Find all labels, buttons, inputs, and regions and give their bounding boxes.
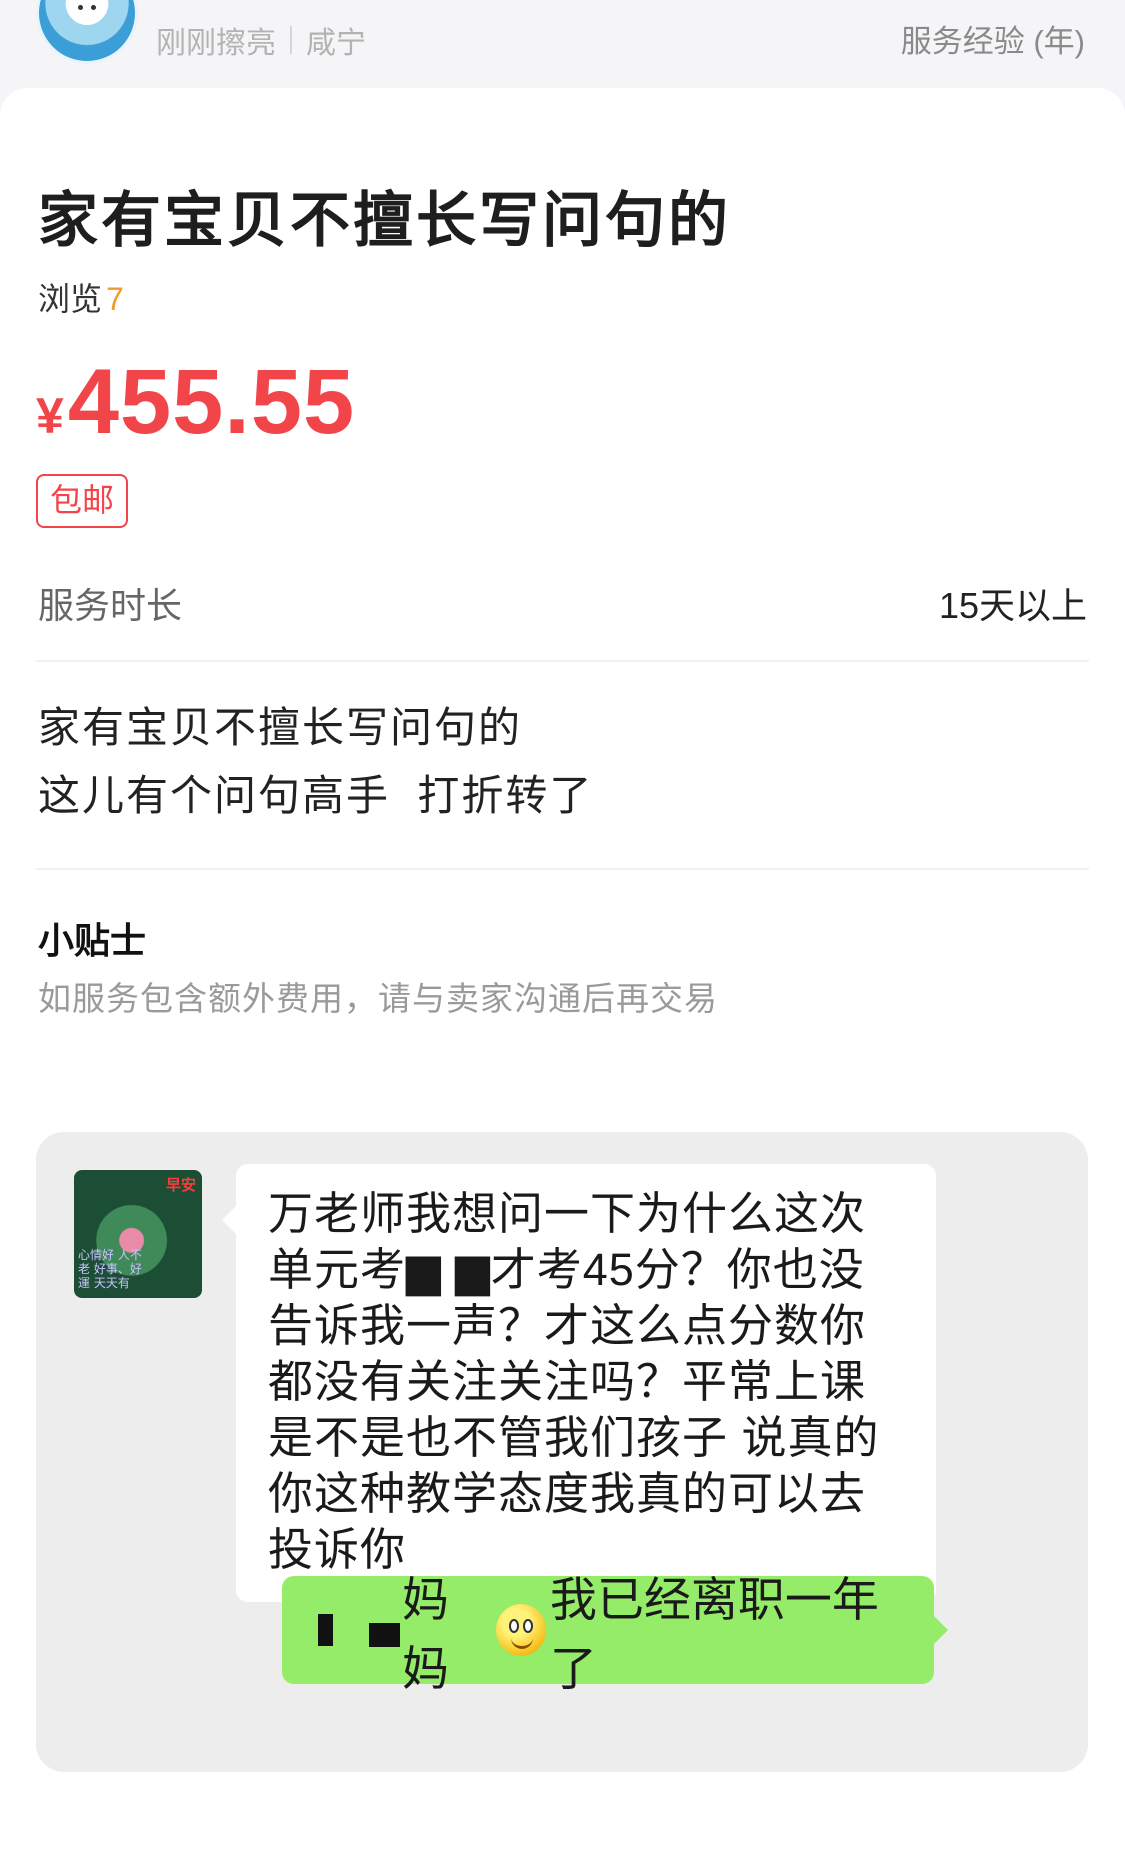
views-info: 浏览 7 (38, 274, 124, 320)
section-divider (36, 660, 1089, 662)
listing-price: ¥ 455.55 (36, 350, 355, 455)
service-experience-label: 服务经验 (年) (900, 24, 1085, 59)
free-shipping-badge: 包邮 (36, 474, 129, 528)
description-line: 这儿有个问句高手 打折转了 (38, 772, 594, 819)
outgoing-text-suffix: 我已经离职一年了 (549, 1573, 879, 1695)
seller-meta: 刚刚擦亮 咸宁 (156, 18, 366, 62)
service-duration-row: 服务时长 15天以上 (38, 578, 1087, 628)
outgoing-text-prefix: 妈妈 (401, 1573, 449, 1695)
redaction-mark (369, 1623, 400, 1647)
polish-status: 刚刚擦亮 (156, 27, 276, 60)
incoming-message-text: 万老师我想问一下为什么这次单元考▆ ▆才考45分？你也没告诉我一声？才这么点分数… (268, 1188, 880, 1575)
listing-description: 家有宝贝不擅长写问句的 这儿有个问句高手 打折转了 (38, 694, 593, 830)
avatar-tag: 早安 (165, 1176, 196, 1194)
listing-card: 家有宝贝不擅长写问句的 浏览 7 ¥ 455.55 包邮 服务时长 15天以上 家… (0, 88, 1125, 1856)
meta-divider (290, 26, 292, 54)
redaction-mark (318, 1614, 334, 1646)
views-label: 浏览 (38, 281, 103, 317)
price-amount: 455.55 (67, 351, 356, 453)
listing-title: 家有宝贝不擅长写问句的 (38, 187, 731, 254)
seller-avatar[interactable] (36, 0, 138, 64)
incoming-message-bubble: 万老师我想问一下为什么这次单元考▆ ▆才考45分？你也没告诉我一声？才这么点分数… (222, 1164, 936, 1602)
currency-symbol: ¥ (36, 388, 64, 444)
duration-label: 服务时长 (38, 585, 183, 626)
description-line: 家有宝贝不擅长写问句的 (38, 704, 523, 751)
duration-value: 15天以上 (938, 585, 1087, 626)
cat-face-icon (69, 0, 105, 25)
seller-location: 咸宁 (306, 27, 366, 60)
contact-avatar: 早安 心情好 人不老 好事、好運 天天有 (74, 1170, 202, 1298)
outgoing-message-bubble: 妈妈 我已经离职一年了 (282, 1573, 948, 1695)
tips-title: 小贴士 (38, 920, 147, 961)
tips-text: 如服务包含额外费用，请与卖家沟通后再交易 (38, 980, 718, 1017)
section-divider (36, 868, 1089, 870)
chat-screenshot-image[interactable]: 早安 心情好 人不老 好事、好運 天天有 万老师我想问一下为什么这次单元考▆ ▆… (36, 1132, 1088, 1772)
views-count: 7 (106, 281, 124, 317)
smiley-emoji-icon (496, 1604, 546, 1656)
avatar-text: 心情好 人不老 好事、好運 天天有 (78, 1248, 142, 1290)
